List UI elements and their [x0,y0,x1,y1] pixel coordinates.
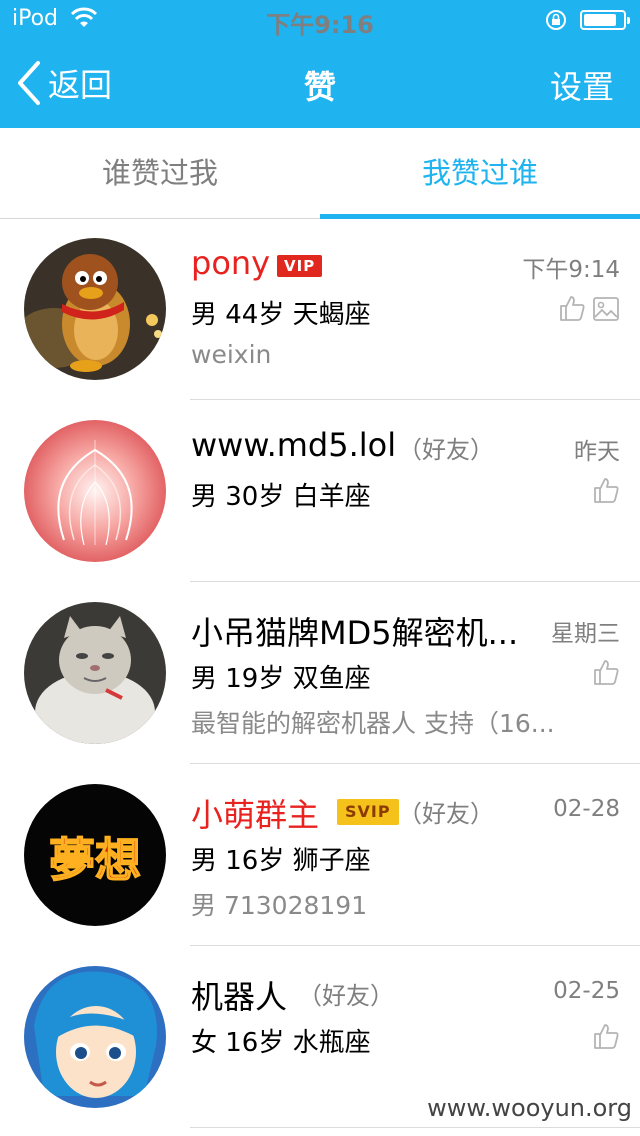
picture-icon [593,297,619,321]
list-item[interactable]: www.md5.lol （好友） 昨天 男 30岁 白羊座 [0,400,640,582]
list-item[interactable]: 夢想 小萌群主 SVIP （好友） 02-28 男 16岁 狮子座 男 7130… [0,764,640,946]
svip-badge: SVIP [337,799,399,825]
status-bar: iPod 下午9:16 [0,0,640,40]
contact-name: pony [191,244,271,282]
settings-button[interactable]: 设置 [550,62,614,108]
friend-tag: （好友） [398,800,494,828]
contact-name: www.md5.lol [191,426,397,464]
contact-name: 机器人 [191,978,288,1016]
nav-bar: 返回 赞 设置 [0,40,640,128]
profile-info: 男 16岁 狮子座 [191,846,371,876]
fire-text-avatar: 夢想 [24,784,166,926]
profile-info: 男 30岁 白羊座 [191,482,371,512]
thumbs-up-icon [594,660,619,685]
vip-badge: VIP [277,255,323,277]
page-title: 赞 [303,68,336,106]
segment-tabs: 谁赞过我 我赞过谁 [0,128,640,219]
tab-who-liked-me[interactable]: 谁赞过我 [0,128,320,218]
contact-name: 小萌群主 [191,796,320,834]
signature: 男 713028191 [191,891,368,920]
friend-tag: （好友） [398,436,494,464]
list-item[interactable]: pony VIP 下午9:14 男 44岁 天蝎座 weixin [0,218,640,400]
contact-name: 小吊猫牌MD5解密机... [191,614,519,652]
profile-info: 男 44岁 天蝎座 [191,300,371,330]
thumbs-up-icon [594,478,619,503]
thumbs-up-icon [560,296,585,321]
like-time: 星期三 [551,621,620,647]
friend-tag: （好友） [298,982,394,1010]
profile-info: 女 16岁 水瓶座 [191,1028,371,1058]
profile-info: 男 19岁 双鱼座 [191,664,371,694]
top-bar: iPod 下午9:16 返回 赞 设置 [0,0,640,128]
anime-girl-avatar [24,966,166,1108]
fireworks-avatar [24,420,166,562]
like-time: 昨天 [574,439,620,465]
watermark: www.wooyun.org [427,1094,632,1122]
svg-text:夢想: 夢想 [49,833,141,887]
thumbs-up-icon [594,1024,619,1049]
battery-icon [580,10,630,30]
signature: 最智能的解密机器人 支持（16... [191,709,555,738]
signature: weixin [191,340,272,369]
penguin-avatar [24,238,166,380]
rotation-lock-icon [546,10,566,30]
like-time: 02-25 [553,978,620,1004]
tab-who-i-liked[interactable]: 我赞过谁 [320,128,640,218]
like-time: 02-28 [553,796,620,822]
list-item[interactable]: 小吊猫牌MD5解密机... 星期三 男 19岁 双鱼座 最智能的解密机器人 支持… [0,582,640,764]
row-divider [190,1127,640,1128]
cat-avatar [24,602,166,744]
like-time: 下午9:14 [522,257,620,283]
